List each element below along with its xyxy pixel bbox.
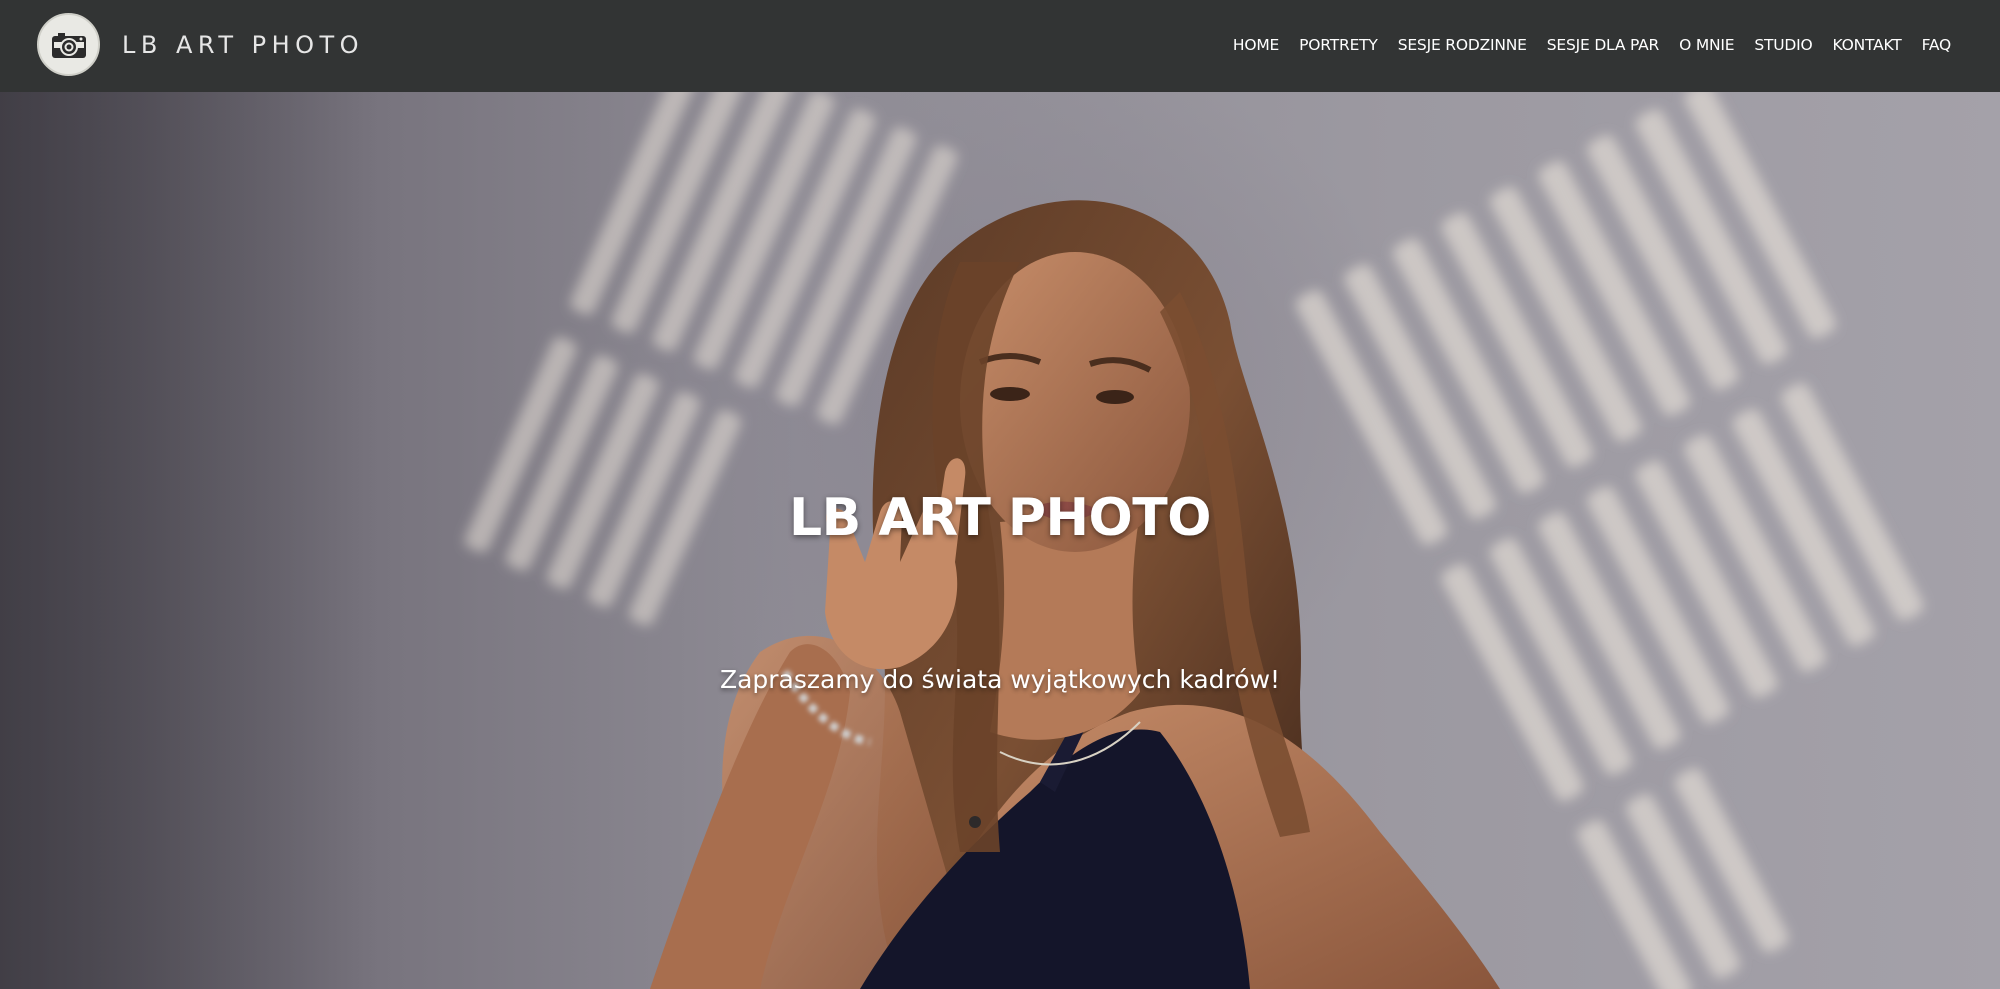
site-header: LB ART PHOTO HOME PORTRETY SESJE RODZINN… <box>0 0 2000 92</box>
nav-studio[interactable]: STUDIO <box>1754 31 1812 59</box>
camera-icon <box>51 32 86 58</box>
nav-home[interactable]: HOME <box>1233 31 1279 59</box>
nav-o-mnie[interactable]: O MNIE <box>1679 31 1734 59</box>
main-nav: HOME PORTRETY SESJE RODZINNE SESJE DLA P… <box>1213 31 1951 59</box>
hero-section: LB ART PHOTO Zapraszamy do świata wyjątk… <box>0 92 2000 989</box>
hero-subtitle: Zapraszamy do świata wyjątkowych kadrów! <box>719 665 1281 694</box>
nav-kontakt[interactable]: KONTAKT <box>1833 31 1902 59</box>
nav-sesje-dla-par[interactable]: SESJE DLA PAR <box>1547 31 1660 59</box>
hero-title: LB ART PHOTO <box>789 488 1211 548</box>
nav-sesje-rodzinne[interactable]: SESJE RODZINNE <box>1398 31 1527 59</box>
brand-name[interactable]: LB ART PHOTO <box>122 28 364 62</box>
nav-faq[interactable]: FAQ <box>1922 31 1952 59</box>
logo[interactable] <box>37 13 100 76</box>
nav-portrety[interactable]: PORTRETY <box>1299 31 1378 59</box>
